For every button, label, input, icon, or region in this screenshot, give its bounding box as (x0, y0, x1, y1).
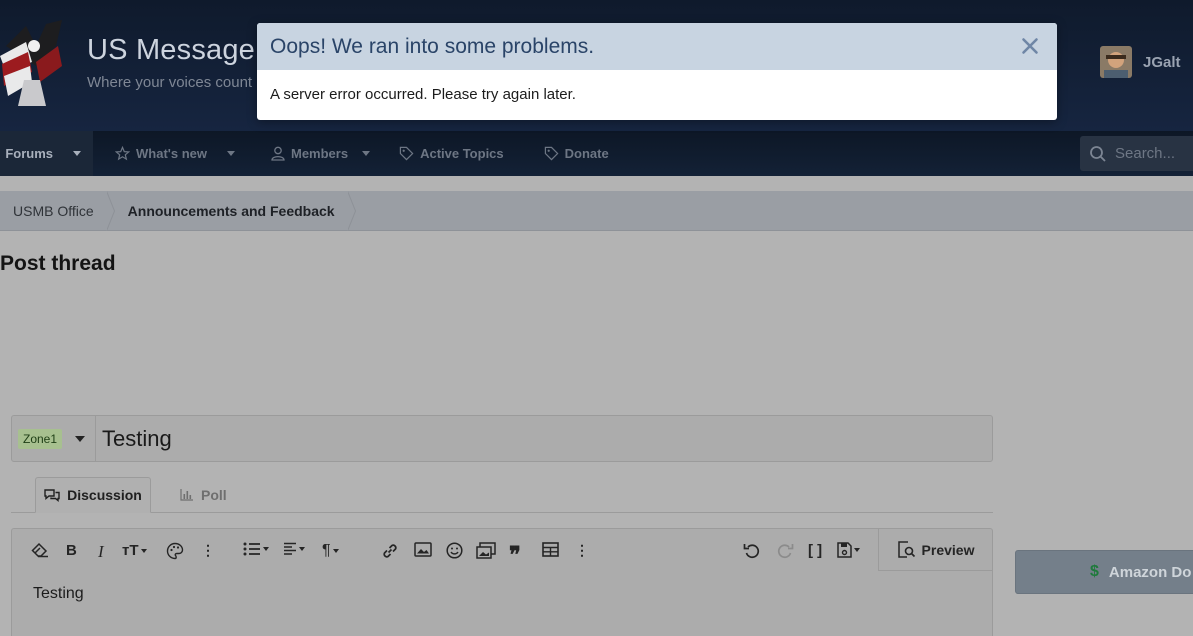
quote-icon[interactable]: ❞ (509, 542, 521, 568)
nav-label-forums: Forums (5, 146, 53, 161)
tab-label: Poll (201, 486, 227, 503)
tag-icon (544, 146, 559, 161)
media-icon[interactable] (476, 542, 496, 559)
nav-item-members[interactable]: Members (247, 131, 382, 176)
breadcrumb-label: USMB Office (13, 202, 94, 219)
palette-icon[interactable] (166, 542, 184, 560)
search-box[interactable]: Search... (1080, 136, 1193, 171)
preview-icon (897, 541, 915, 558)
search-placeholder: Search... (1115, 145, 1176, 162)
emoji-icon[interactable] (446, 542, 463, 559)
italic-icon[interactable]: I (98, 542, 104, 562)
modal-title: Oops! We ran into some problems. (270, 34, 595, 58)
breadcrumb-label: Announcements and Feedback (127, 202, 335, 219)
tag-icon (399, 146, 414, 161)
site-logo[interactable] (0, 16, 70, 108)
avatar-image (1100, 46, 1132, 78)
editor-content[interactable]: Testing (33, 585, 84, 603)
chevron-down-icon[interactable] (227, 151, 235, 156)
redo-icon[interactable] (776, 542, 794, 559)
avatar[interactable] (1100, 46, 1132, 78)
chevron-down-icon[interactable] (73, 151, 81, 156)
text-size-icon[interactable]: тТ (122, 542, 147, 559)
prefix-tag: Zone1 (18, 428, 63, 449)
nav-label-donate: Donate (564, 146, 609, 161)
thread-title-input[interactable]: Testing (102, 426, 172, 452)
drafts-icon[interactable] (837, 542, 860, 558)
bbcode-icon[interactable]: [ ] (808, 542, 822, 559)
more-vertical-icon[interactable]: ⋮ (201, 542, 215, 559)
star-icon (115, 146, 130, 161)
caret-down-icon[interactable] (75, 435, 86, 442)
nav-item-whats-new[interactable]: What's new (93, 131, 247, 176)
editor-tabs: Discussion Poll (11, 477, 993, 513)
nav-label-active-topics: Active Topics (420, 146, 504, 161)
nav-item-active-topics[interactable]: Active Topics (382, 131, 516, 176)
search-icon (1090, 145, 1106, 162)
chevron-down-icon[interactable] (362, 151, 371, 156)
table-icon[interactable] (542, 542, 559, 557)
thread-title-row: Zone1 Testing (11, 415, 993, 462)
comments-icon (44, 489, 60, 502)
nav-item-donate[interactable]: Donate (516, 131, 621, 176)
more-vertical-icon[interactable]: ⋮ (575, 542, 589, 559)
nav-label-members: Members (291, 146, 349, 161)
dollar-icon: $ (1090, 563, 1099, 580)
tab-discussion[interactable]: Discussion (35, 477, 151, 513)
page-title: Post thread (0, 252, 116, 275)
tab-poll[interactable]: Poll (180, 477, 227, 512)
user-menu[interactable]: JGalt (1100, 46, 1181, 78)
close-icon (1022, 38, 1038, 54)
image-icon[interactable] (414, 542, 432, 557)
rich-text-editor: B I тТ ⋮ ¶ ❞ ⋮ [] Preview Testing (11, 528, 993, 636)
amazon-button-label: Amazon Do (1108, 563, 1192, 581)
main-nav: Forums What's new Members Active Topics … (0, 131, 1193, 176)
close-button[interactable] (1020, 36, 1040, 56)
bar-chart-icon (180, 488, 193, 501)
preview-label: Preview (921, 541, 975, 558)
breadcrumb: USMB Office Announcements and Feedback (0, 190, 1193, 231)
paragraph-icon[interactable]: ¶ (322, 542, 339, 560)
eraser-icon[interactable] (31, 542, 49, 558)
modal-header: Oops! We ran into some problems. (257, 23, 1057, 70)
bold-icon[interactable]: B (66, 542, 77, 559)
align-icon[interactable] (283, 542, 305, 555)
prefix-select[interactable]: Zone1 (12, 416, 96, 461)
modal-message: A server error occurred. Please try agai… (270, 86, 576, 103)
tab-label: Discussion (67, 487, 142, 503)
nav-label-whats-new: What's new (136, 146, 207, 161)
nav-item-forums[interactable]: Forums (0, 131, 93, 176)
eagle-logo-icon (0, 20, 62, 106)
user-icon (271, 146, 285, 161)
username[interactable]: JGalt (1143, 54, 1181, 71)
preview-button[interactable]: Preview (878, 529, 993, 571)
breadcrumb-item-usmb-office[interactable]: USMB Office (0, 190, 115, 231)
site-title[interactable]: US Message (87, 34, 255, 67)
error-modal: Oops! We ran into some problems. A serve… (257, 23, 1057, 120)
editor-toolbar: B I тТ ⋮ ¶ ❞ ⋮ [] Preview (12, 529, 993, 573)
amazon-donate-button[interactable]: $ Amazon Do (1015, 550, 1193, 594)
site-tagline: Where your voices count (87, 74, 253, 91)
undo-icon[interactable] (743, 542, 761, 559)
list-icon[interactable] (243, 542, 269, 556)
link-icon[interactable] (381, 542, 399, 560)
breadcrumb-item-announcements[interactable]: Announcements and Feedback (107, 190, 356, 231)
